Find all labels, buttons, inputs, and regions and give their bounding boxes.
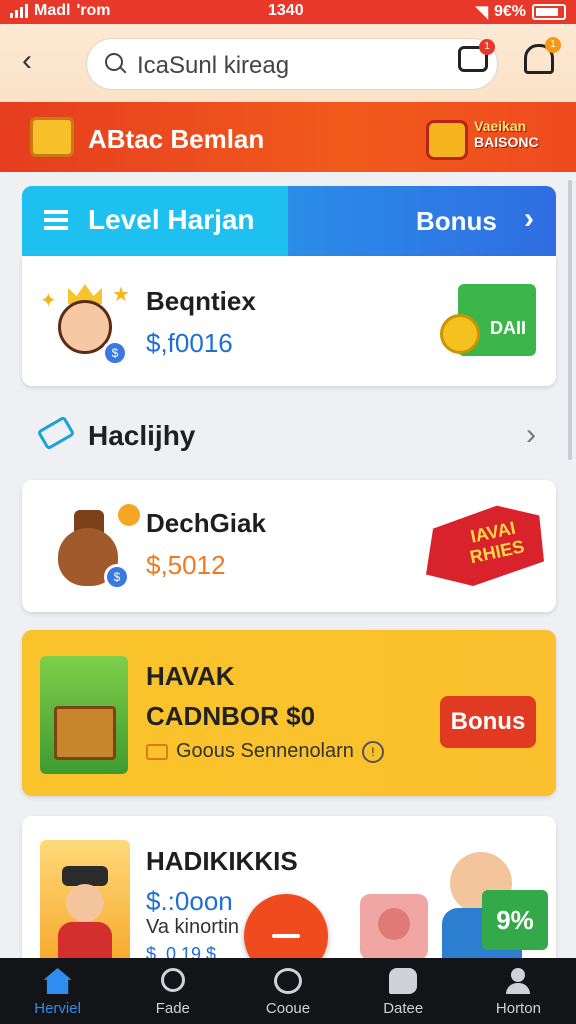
featured-subtitle-text: Goous Sennenolarn — [176, 740, 354, 762]
tab-label: Horton — [495, 1000, 541, 1017]
featured-title-line1: HAVAK — [146, 661, 235, 691]
star-icon: ✦ — [40, 290, 57, 312]
crate-icon — [54, 706, 116, 760]
featured-title: HAVAK CADNBOR $0 — [146, 656, 315, 736]
section-header[interactable]: Haclijhy › — [22, 410, 556, 462]
bonus-link[interactable]: Bonus › — [288, 186, 556, 256]
status-bar: Madl 'rom 1340 ◥ 9€% — [0, 0, 576, 24]
promo-badge-text: Vaeikan BAISONC — [474, 118, 539, 150]
tab-search[interactable]: Fade — [115, 958, 230, 1024]
promo-banner[interactable]: ABtac Bemlan Vaeikan BAISONC — [0, 102, 576, 172]
shopping-cart-icon — [426, 120, 468, 160]
promo-badge-line1: Vaeikan — [474, 118, 527, 134]
character-image — [40, 840, 130, 966]
globe-icon — [274, 968, 302, 994]
carrier-label: Madl — [34, 2, 71, 19]
bonus-label: Bonus — [416, 206, 497, 236]
game-image — [40, 656, 128, 774]
bonus-button[interactable]: Bonus — [440, 696, 536, 748]
money-icon: DAII — [440, 278, 536, 360]
offer-title: HADIKIKKIS — [146, 846, 298, 876]
search-icon — [105, 53, 123, 71]
tab-bar: Herviel Fade Cooue Datee Horton — [0, 958, 576, 1024]
tab-profile[interactable]: Horton — [461, 958, 576, 1024]
status-right: ◥ 9€% — [476, 2, 566, 22]
avatar: ✦ ★ $ — [40, 280, 130, 366]
offer-price: $,5012 — [146, 550, 226, 580]
promo-badge[interactable]: Vaeikan BAISONC — [422, 112, 562, 164]
bell-icon[interactable]: 1 — [524, 37, 561, 74]
scrollbar[interactable] — [568, 180, 572, 460]
section-title: Haclijhy — [88, 420, 196, 451]
featured-subtitle: Goous Sennenolarn ! — [146, 740, 384, 763]
signal-icon — [10, 4, 28, 18]
menu-icon — [44, 210, 68, 230]
level-left[interactable]: Level Harjan — [22, 186, 288, 256]
battery-icon — [532, 4, 566, 20]
discount-badge: 9% — [438, 852, 550, 960]
featured-title-line2: CADNBOR $0 — [146, 701, 316, 731]
hat-icon — [62, 866, 108, 886]
star-icon: ★ — [112, 284, 130, 306]
tab-label: Fade — [155, 1000, 190, 1017]
offer-card[interactable]: $ DechGiak $,5012 IAVAI RHIES — [22, 480, 556, 612]
featured-card[interactable]: HAVAK CADNBOR $0 Goous Sennenolarn ! Bon… — [22, 630, 556, 796]
wifi-icon: ◥ — [475, 4, 488, 21]
tab-label: Herviel — [34, 1000, 81, 1017]
chevron-right-icon: › — [526, 418, 536, 451]
offer-price: $,f0016 — [146, 328, 233, 358]
home-icon — [43, 968, 72, 994]
hot-badge: IAVAI RHIES — [426, 504, 544, 586]
offer-price: $.:0oon — [146, 886, 233, 916]
offer-card[interactable]: ✦ ★ $ Beqntiex $,f0016 DAII — [22, 256, 556, 386]
gold-coin-icon — [440, 314, 480, 354]
offer-subtitle: Va kinortin — [146, 916, 240, 938]
bell-badge: 1 — [545, 37, 561, 53]
flower-icon — [118, 504, 140, 526]
character-face — [66, 884, 104, 922]
app-label: 'rom — [76, 2, 111, 19]
info-icon[interactable]: ! — [361, 740, 384, 763]
tab-label: Datee — [383, 1000, 424, 1017]
tab-globe[interactable]: Cooue — [230, 958, 345, 1024]
promo-title: ABtac Bemlan — [88, 124, 265, 154]
user-icon — [504, 968, 532, 994]
tag-icon — [36, 415, 76, 451]
cart-icon[interactable]: 1 — [458, 39, 495, 72]
app-header: ‹ IcaSunl kireag 1 1 — [0, 24, 576, 102]
level-label: Level Harjan — [88, 204, 255, 235]
coin-icon: $ — [102, 340, 128, 366]
promo-badge-line2: BAISONC — [474, 134, 539, 150]
search-text: IcaSunl kireag — [137, 52, 290, 79]
avatar-chip[interactable] — [360, 894, 428, 960]
battery-percent: 9€% — [493, 3, 526, 20]
level-banner[interactable]: Level Harjan Bonus › — [22, 186, 556, 256]
cart-badge: 1 — [479, 39, 495, 55]
pot-icon: $ — [52, 500, 140, 592]
percent-label: 9% — [482, 890, 548, 950]
status-left: Madl 'rom — [10, 2, 110, 20]
chat-icon — [389, 968, 418, 994]
ticket-icon — [146, 743, 168, 760]
tab-home[interactable]: Herviel — [0, 958, 115, 1024]
search-icon — [160, 968, 185, 992]
money-label: DAII — [490, 318, 526, 338]
offer-title: DechGiak — [146, 508, 266, 538]
coin-icon: $ — [104, 564, 130, 590]
ticket-icon — [30, 117, 74, 157]
tab-label: Cooue — [265, 1000, 311, 1017]
status-time: 1340 — [268, 2, 304, 19]
chevron-right-icon: › — [524, 202, 534, 235]
offer-title: Beqntiex — [146, 286, 256, 316]
search-input[interactable]: IcaSunl kireag — [86, 38, 498, 90]
tab-chat[interactable]: Datee — [346, 958, 461, 1024]
back-button[interactable]: ‹ — [22, 46, 32, 76]
